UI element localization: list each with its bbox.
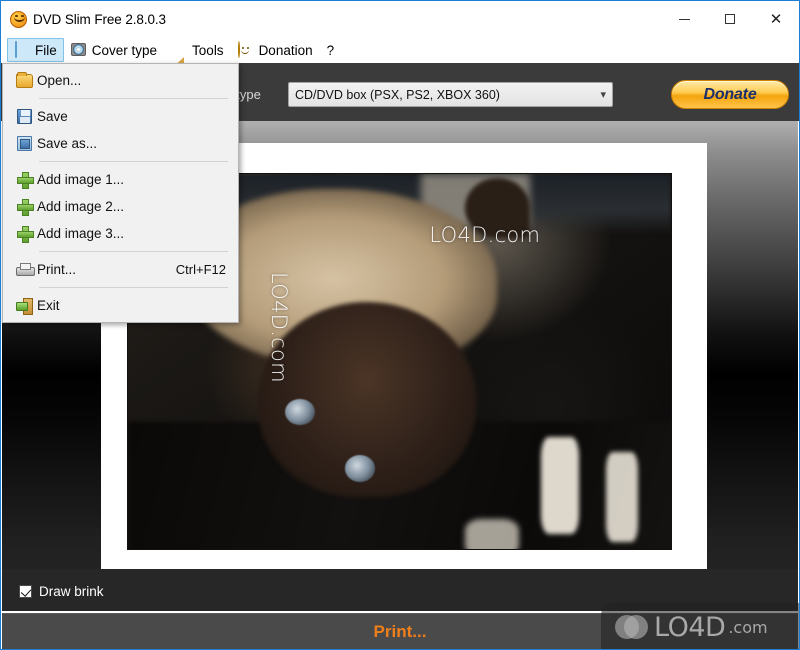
donate-button-label: Donate [703,85,757,103]
menu-item-help-label: ? [326,42,335,58]
maximize-icon [725,14,735,24]
menu-add-image-1-label: Add image 1... [37,172,125,187]
menu-print-shortcut: Ctrl+F12 [175,262,226,277]
menu-separator [39,98,228,99]
minimize-button[interactable] [661,1,707,37]
file-dropdown-menu[interactable]: Open... Save Save as... Add image 1... A… [2,63,239,323]
lo4d-logo: LO4D .com [601,603,799,649]
menu-print-label: Print... [37,262,77,277]
menu-item-tools[interactable]: Tools [164,38,231,69]
menu-bar: File Cover type Tools Donation ? [1,37,799,69]
menu-item-donation-label: Donation [258,42,313,58]
smiley-icon [237,41,254,58]
lo4d-mark-icon [615,612,649,642]
menu-add-image-3-label: Add image 3... [37,226,125,241]
maximize-button[interactable] [707,1,753,37]
smiley-icon [10,10,27,28]
plus-icon [11,172,37,189]
title-bar: DVD Slim Free 2.8.0.3 ✕ [1,1,799,37]
window-title: DVD Slim Free 2.8.0.3 [33,11,166,27]
page-icon [14,41,30,58]
photo-stripe [540,436,579,534]
menu-save-label: Save [37,109,68,124]
menu-save-as-label: Save as... [37,136,98,151]
lo4d-logo-tld: .com [728,617,768,637]
application-window: DVD Slim Free 2.8.0.3 ✕ File Cover type … [0,0,800,650]
photo-cat-eye-right [345,455,376,482]
close-button[interactable]: ✕ [753,1,799,37]
menu-add-image-1[interactable]: Add image 1... [3,166,238,193]
menu-separator [39,161,228,162]
photo-stripe [605,451,639,542]
menu-exit[interactable]: Exit [3,292,238,319]
floppy-disk-copy-icon [11,136,37,151]
title-bar-left: DVD Slim Free 2.8.0.3 [1,10,166,28]
checkbox-icon[interactable] [19,585,32,598]
cover-type-select[interactable]: CD/DVD box (PSX, PS2, XBOX 360) ▾ [288,82,613,107]
printer-icon [11,262,37,277]
menu-save[interactable]: Save [3,103,238,130]
lo4d-logo-name: LO4D [654,611,726,643]
menu-print[interactable]: Print... Ctrl+F12 [3,256,238,283]
menu-separator [39,287,228,288]
floppy-disk-icon [11,109,37,124]
watermark-vertical: LO4D.com [266,271,291,383]
menu-save-as[interactable]: Save as... [3,130,238,157]
print-button-label: Print... [373,621,427,641]
menu-exit-label: Exit [37,298,60,313]
draw-brink-checkbox[interactable]: Draw brink [19,584,104,599]
menu-separator [39,251,228,252]
photo-stripe [464,519,519,549]
window-controls: ✕ [661,1,799,37]
cd-icon [70,42,87,58]
menu-open-label: Open... [37,73,82,88]
cover-type-value: CD/DVD box (PSX, PS2, XBOX 360) [295,87,500,102]
chevron-down-icon: ▾ [600,89,606,101]
menu-item-file-label: File [35,42,57,58]
close-icon: ✕ [769,9,783,28]
ruler-icon [171,42,187,69]
donate-button[interactable]: Donate [671,80,789,109]
menu-item-cover-type-label: Cover type [91,42,158,58]
menu-item-cover-type[interactable]: Cover type [64,38,164,62]
menu-add-image-2[interactable]: Add image 2... [3,193,238,220]
menu-item-file[interactable]: File [7,38,64,62]
menu-item-donation[interactable]: Donation [231,38,320,62]
menu-item-help[interactable]: ? [320,38,342,62]
exit-door-icon [11,298,37,315]
plus-icon [11,226,37,243]
menu-add-image-3[interactable]: Add image 3... [3,220,238,247]
watermark-horizontal: LO4D.com [429,222,541,247]
plus-icon [11,199,37,216]
menu-item-tools-label: Tools [192,42,224,58]
minimize-icon [678,18,690,20]
menu-open[interactable]: Open... [3,67,238,94]
folder-icon [11,71,37,88]
menu-add-image-2-label: Add image 2... [37,199,125,214]
draw-brink-label: Draw brink [39,584,104,599]
